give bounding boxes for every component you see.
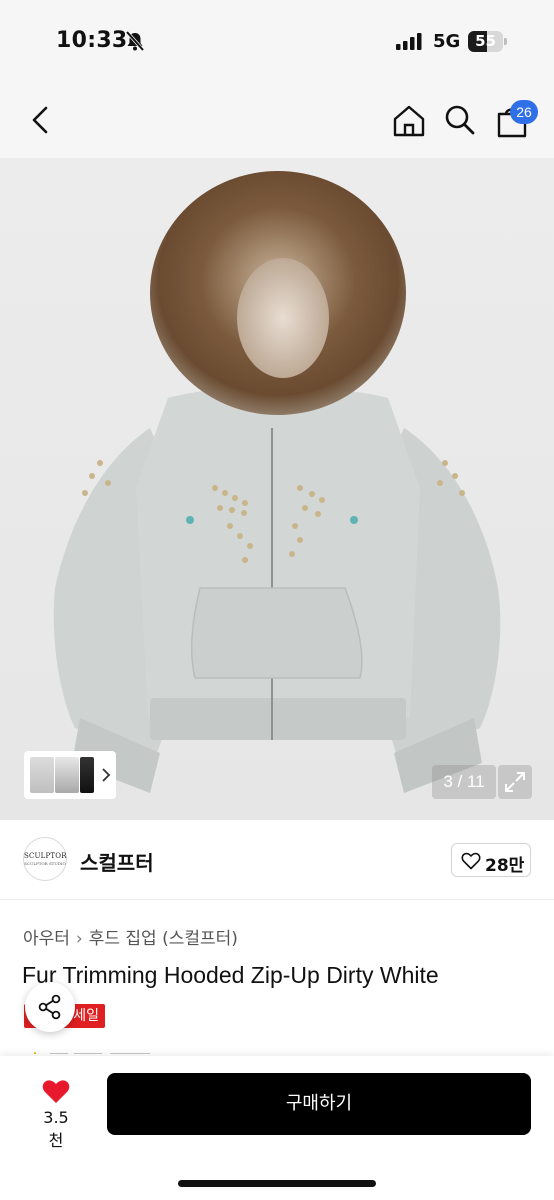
search-icon[interactable] bbox=[442, 102, 478, 138]
store-like-count: 28만 bbox=[485, 856, 525, 876]
home-icon[interactable] bbox=[390, 102, 428, 140]
gallery-thumbnails[interactable] bbox=[24, 751, 116, 799]
product-title: Fur Trimming Hooded Zip-Up Dirty White bbox=[22, 962, 439, 988]
thumbnail-3[interactable] bbox=[80, 757, 94, 793]
store-logo-text: SCULPTOR bbox=[24, 852, 67, 860]
battery-level: 55 bbox=[475, 32, 496, 50]
store-row[interactable]: SCULPTOR SCULPTOR STUDIO 스컬프터 28만 bbox=[0, 820, 554, 900]
back-arrow-icon[interactable] bbox=[22, 100, 58, 140]
wishlist-button[interactable]: 3.5천 bbox=[36, 1078, 76, 1150]
bottom-action-bar: 3.5천 구매하기 bbox=[0, 1056, 554, 1200]
share-button[interactable] bbox=[25, 982, 75, 1032]
product-image-gallery[interactable]: 3 / 11 bbox=[0, 158, 554, 820]
chevron-right-icon[interactable] bbox=[100, 765, 112, 785]
home-indicator bbox=[178, 1180, 376, 1187]
breadcrumb-chevron-icon: › bbox=[75, 929, 83, 949]
silent-bell-icon bbox=[125, 30, 145, 52]
breadcrumb-category[interactable]: 아우터 bbox=[23, 929, 70, 949]
gallery-page-counter: 3 / 11 bbox=[432, 765, 496, 799]
heart-filled-icon bbox=[42, 1080, 70, 1103]
breadcrumb: 아우터 › 후드 집업 (스컬프터) bbox=[23, 924, 238, 949]
network-type: 5G bbox=[433, 31, 461, 52]
battery-icon: 55 bbox=[468, 31, 508, 52]
top-navigation-bar: 26 bbox=[0, 84, 554, 158]
rating-row-peek bbox=[30, 1046, 180, 1054]
cart-count-badge: 26 bbox=[510, 100, 538, 124]
product-photo bbox=[53, 171, 501, 793]
breadcrumb-subcategory[interactable]: 후드 집업 (스컬프터) bbox=[89, 929, 238, 949]
store-logo[interactable]: SCULPTOR SCULPTOR STUDIO bbox=[23, 837, 67, 881]
status-time: 10:33 bbox=[56, 28, 128, 53]
share-icon bbox=[38, 994, 61, 1020]
store-name[interactable]: 스컬프터 bbox=[80, 847, 154, 876]
status-bar: 10:33 5G 55 bbox=[0, 0, 554, 84]
cellular-signal-icon bbox=[396, 33, 422, 50]
heart-outline-icon bbox=[461, 852, 481, 870]
store-like-button[interactable]: 28만 bbox=[451, 843, 531, 877]
fullscreen-button[interactable] bbox=[498, 765, 532, 799]
store-logo-subtext: SCULPTOR STUDIO bbox=[24, 861, 66, 866]
wishlist-count: 3.5천 bbox=[43, 1108, 69, 1150]
expand-icon bbox=[505, 772, 525, 792]
thumbnail-2[interactable] bbox=[55, 757, 79, 793]
buy-button[interactable]: 구매하기 bbox=[107, 1073, 531, 1135]
thumbnail-1[interactable] bbox=[30, 757, 54, 793]
